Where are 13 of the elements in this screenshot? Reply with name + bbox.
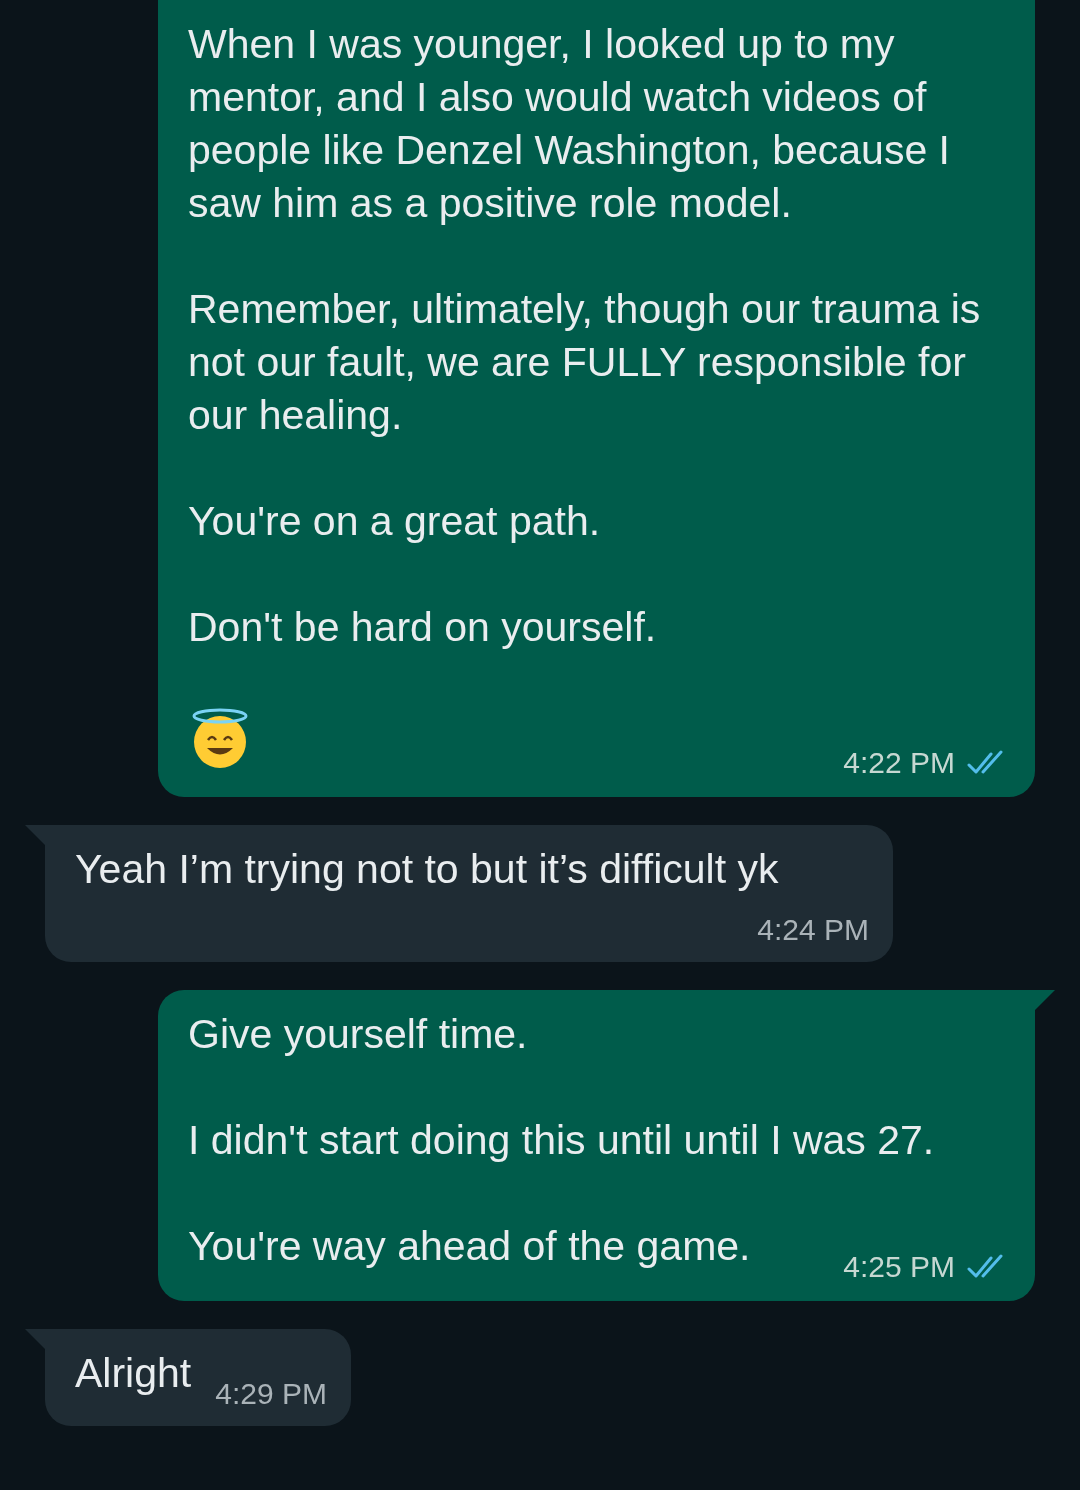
message-text: You're on a great path. (188, 498, 601, 544)
message-time: 4:24 PM (757, 912, 869, 948)
message-text: Alright (75, 1349, 192, 1398)
message-text: I didn't start doing this until until I was 27. (188, 1117, 935, 1163)
message-text: When I was younger, I looked up to my mentor, and I also would watch videos of people like Denzel Washington, because I saw him as a positive role model. (188, 21, 950, 226)
message-text: Remember, ultimately, though our trauma is not our fault, we are FULLY responsible for our healing. (188, 286, 981, 438)
message-time: 4:22 PM (843, 745, 955, 781)
message-text: Don't be hard on yourself. (188, 604, 657, 650)
message-text: You're way ahead of the game. (188, 1222, 751, 1271)
message-text: Give yourself time. (188, 1011, 528, 1057)
message-time: 4:29 PM (215, 1376, 327, 1412)
message-text: Yeah I’m trying not to but it’s difficult yk (75, 845, 779, 894)
message-time: 4:25 PM (843, 1249, 955, 1285)
